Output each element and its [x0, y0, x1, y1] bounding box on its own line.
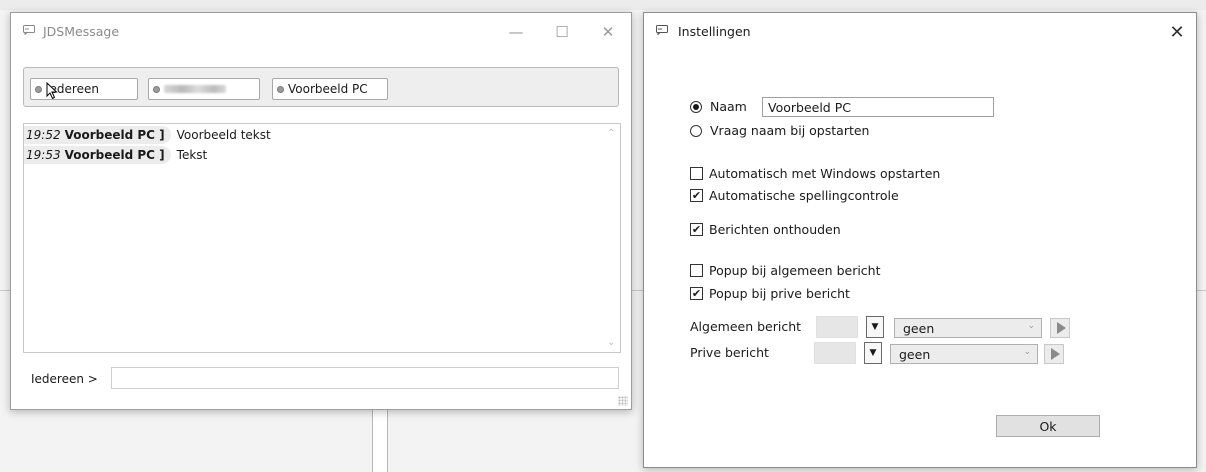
sound-color-swatch	[814, 342, 856, 364]
play-icon	[1056, 322, 1066, 334]
ask-name-label: Vraag naam bij opstarten	[710, 123, 870, 138]
radio-selected-icon	[690, 100, 702, 113]
scroll-up-icon[interactable]: ⌃	[607, 128, 615, 139]
sound-dropdown-button[interactable]: ▼	[866, 316, 884, 338]
message-meta: 19:53 Voorbeeld PC ]	[24, 146, 171, 164]
recipient-bar: Iedereen Voorbeeld PC	[23, 67, 619, 107]
resize-grip-icon[interactable]	[618, 396, 628, 406]
message-input[interactable]	[111, 367, 619, 389]
status-dot-icon	[153, 85, 160, 93]
vertical-scrollbar[interactable]: ⌃ ⌄	[604, 124, 620, 352]
chat-bubble-icon	[656, 25, 668, 35]
message-text: Tekst	[176, 148, 208, 162]
input-recipient-label: Iedereen >	[31, 372, 98, 386]
checkbox-label: Berichten onthouden	[709, 222, 841, 237]
play-icon	[1050, 348, 1060, 360]
chat-bubble-icon	[23, 25, 35, 35]
title-bar[interactable]: Instellingen ✕	[644, 13, 1196, 49]
title-bar[interactable]: JDSMessage — ☐ ✕	[11, 13, 631, 49]
sound-select-value: geen	[903, 320, 935, 336]
play-sound-button[interactable]	[1050, 318, 1070, 338]
close-button[interactable]: ✕	[585, 19, 631, 45]
message-text: Voorbeeld tekst	[176, 128, 271, 142]
checkmark-icon: ✔	[690, 189, 703, 202]
message-history[interactable]: 19:52 Voorbeeld PC ] Voorbeeld tekst 19:…	[23, 123, 621, 353]
settings-window: Instellingen ✕ Naam Voorbeeld PC Vraag n…	[643, 12, 1197, 468]
recipient-voorbeeld-pc-button[interactable]: Voorbeeld PC	[272, 78, 388, 100]
checkbox-unchecked-icon	[690, 264, 703, 277]
scroll-down-icon[interactable]: ⌄	[607, 337, 615, 348]
sound-label-private: Prive bericht	[690, 345, 769, 360]
blurred-username	[164, 85, 226, 93]
message-time: 19:53	[26, 148, 61, 162]
status-dot-icon	[35, 85, 42, 93]
checkmark-icon: ✔	[690, 223, 703, 236]
play-sound-button[interactable]	[1044, 344, 1064, 364]
sound-select-private[interactable]: geen ⌄	[890, 344, 1038, 364]
checkbox-remember-messages[interactable]: ✔ Berichten onthouden	[690, 222, 841, 237]
radio-empty-icon	[690, 124, 702, 137]
mouse-pointer-icon	[46, 82, 58, 100]
status-dot-icon	[277, 85, 284, 93]
sound-dropdown-button[interactable]: ▼	[864, 342, 882, 364]
checkbox-popup-general[interactable]: Popup bij algemeen bericht	[690, 263, 881, 278]
message-sender: Voorbeeld PC ]	[64, 148, 165, 162]
chevron-down-icon: ⌄	[1023, 347, 1031, 357]
checkbox-popup-private[interactable]: ✔ Popup bij prive bericht	[690, 286, 850, 301]
checkbox-unchecked-icon	[690, 167, 703, 180]
message-sender: Voorbeeld PC ]	[64, 128, 165, 142]
recipient-label: Voorbeeld PC	[288, 82, 368, 96]
window-title: Instellingen	[678, 24, 751, 39]
message-time: 19:52	[26, 128, 61, 142]
desktop-column	[372, 410, 388, 472]
sound-select-general[interactable]: geen ⌄	[894, 318, 1042, 338]
message-row: 19:52 Voorbeeld PC ] Voorbeeld tekst	[24, 126, 271, 144]
checkbox-label: Popup bij algemeen bericht	[709, 263, 881, 278]
checkbox-autostart[interactable]: Automatisch met Windows opstarten	[690, 166, 940, 181]
checkbox-label: Popup bij prive bericht	[709, 286, 850, 301]
name-field[interactable]: Voorbeeld PC	[762, 97, 994, 117]
minimize-button[interactable]: —	[493, 19, 539, 45]
window-title: JDSMessage	[43, 24, 120, 39]
chevron-down-icon: ⌄	[1027, 321, 1035, 331]
sound-color-swatch	[816, 316, 858, 338]
ok-button[interactable]: Ok	[996, 415, 1100, 437]
sound-label-general: Algemeen bericht	[690, 319, 802, 334]
checkmark-icon: ✔	[690, 287, 703, 300]
checkbox-spellcheck[interactable]: ✔ Automatische spellingcontrole	[690, 188, 899, 203]
name-radio[interactable]: Naam	[690, 99, 747, 114]
maximize-button[interactable]: ☐	[539, 19, 585, 45]
recipient-user-button[interactable]	[148, 78, 260, 100]
checkbox-label: Automatische spellingcontrole	[709, 188, 899, 203]
desktop-topbar	[0, 0, 1206, 10]
checkbox-label: Automatisch met Windows opstarten	[709, 166, 941, 181]
jdsmessage-window: JDSMessage — ☐ ✕ Iedereen Voorbeeld PC 1…	[10, 12, 632, 410]
ask-name-radio[interactable]: Vraag naam bij opstarten	[690, 123, 869, 138]
sound-select-value: geen	[899, 346, 931, 362]
message-meta: 19:52 Voorbeeld PC ]	[24, 126, 171, 144]
message-row: 19:53 Voorbeeld PC ] Tekst	[24, 146, 207, 164]
name-radio-label: Naam	[710, 99, 747, 114]
close-button[interactable]: ✕	[1166, 21, 1188, 43]
